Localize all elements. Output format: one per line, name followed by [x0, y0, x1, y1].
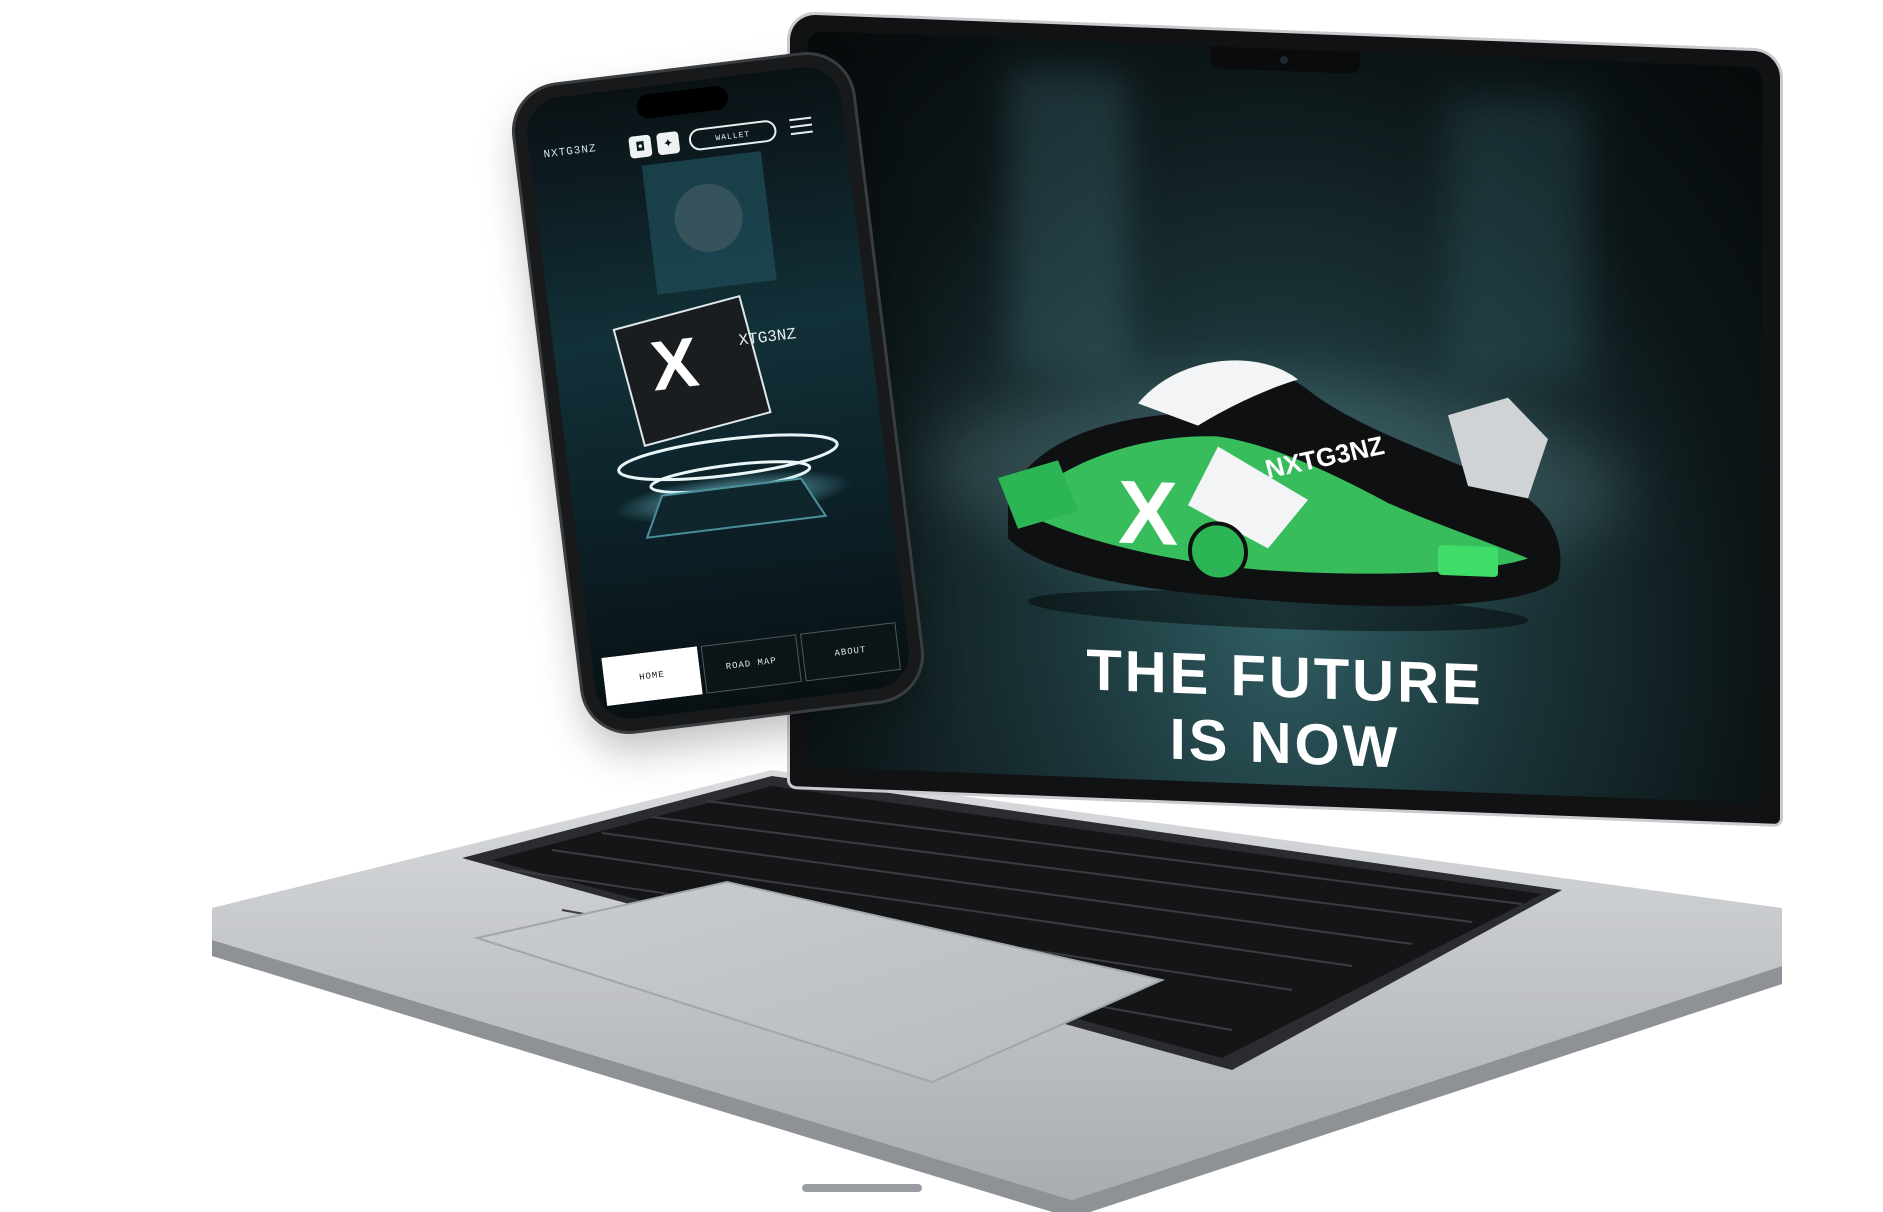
camera-notch: [1210, 46, 1360, 74]
laptop-lid: NXTG3NZ X THE FUTURE IS NOW: [790, 14, 1780, 825]
laptop-screen: NXTG3NZ X THE FUTURE IS NOW: [808, 30, 1762, 804]
phone-hero-artwork: X XTG3NZ: [612, 150, 852, 539]
device-mockup-stage: NXTG3NZ X THE FUTURE IS NOW NXTG3NZ ◘ ✦ …: [0, 0, 1883, 1212]
connect-wallet-button[interactable]: WALLET: [687, 119, 778, 152]
laptop-keyboard-deck: [212, 770, 1782, 1212]
dynamic-island: [635, 84, 730, 120]
sneaker-x-mark: X: [1118, 462, 1178, 565]
nav-tab-home[interactable]: HOME: [601, 646, 703, 706]
site-logo[interactable]: NXTG3NZ: [543, 143, 597, 161]
nav-tab-about[interactable]: ABOUT: [799, 622, 902, 682]
twitter-icon[interactable]: ✦: [655, 130, 681, 156]
hero-headline: THE FUTURE IS NOW: [808, 627, 1762, 796]
discord-icon[interactable]: ◘: [628, 134, 653, 159]
sneaker-illustration: NXTG3NZ X: [998, 360, 1561, 632]
nav-tab-road-map[interactable]: ROAD MAP: [700, 634, 802, 694]
background-light-blur: [1008, 68, 1128, 373]
background-light-blur: [1448, 95, 1588, 381]
camera-icon: [1280, 55, 1288, 65]
art-x-mark: X: [647, 322, 703, 405]
hamburger-menu-icon[interactable]: [789, 116, 813, 138]
